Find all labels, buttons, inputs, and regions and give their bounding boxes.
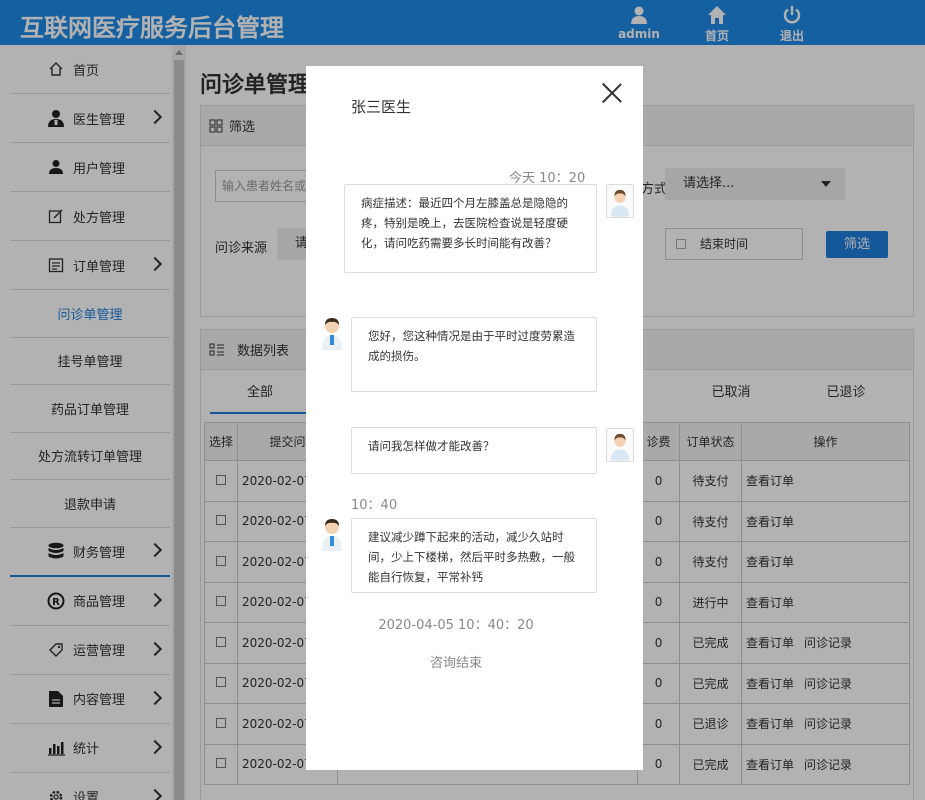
message-bubble-doctor: 您好，您这种情况是由于平时过度劳累造成的损伤。	[351, 317, 597, 392]
close-icon[interactable]	[601, 82, 623, 104]
doctor-avatar	[322, 318, 342, 350]
dialog-title: 张三医生	[351, 98, 412, 116]
patient-avatar	[606, 428, 634, 462]
message-bubble-patient: 病症描述：最近四个月左膝盖总是隐隐的疼，特别是晚上，去医院检查说是轻度硬化，请问…	[344, 184, 597, 273]
message-bubble-patient: 请问我怎样做才能改善？	[351, 427, 597, 474]
message-time: 10：40	[351, 498, 398, 513]
patient-avatar	[606, 184, 634, 218]
consultation-ended-label: 咨询结束	[429, 656, 482, 671]
doctor-avatar	[322, 519, 342, 551]
message-bubble-doctor: 建议减少蹲下起来的活动，减少久站时间，少上下楼梯，然后平时多热敷，一般能自行恢复…	[351, 518, 597, 593]
consultation-end-time: 2020-04-05 10：40：20	[378, 618, 534, 633]
consultation-record-dialog: 张三医生 今天 10：20 病症描述：最近四个月左膝盖总是隐隐的疼，特别是晚上，…	[306, 66, 643, 770]
